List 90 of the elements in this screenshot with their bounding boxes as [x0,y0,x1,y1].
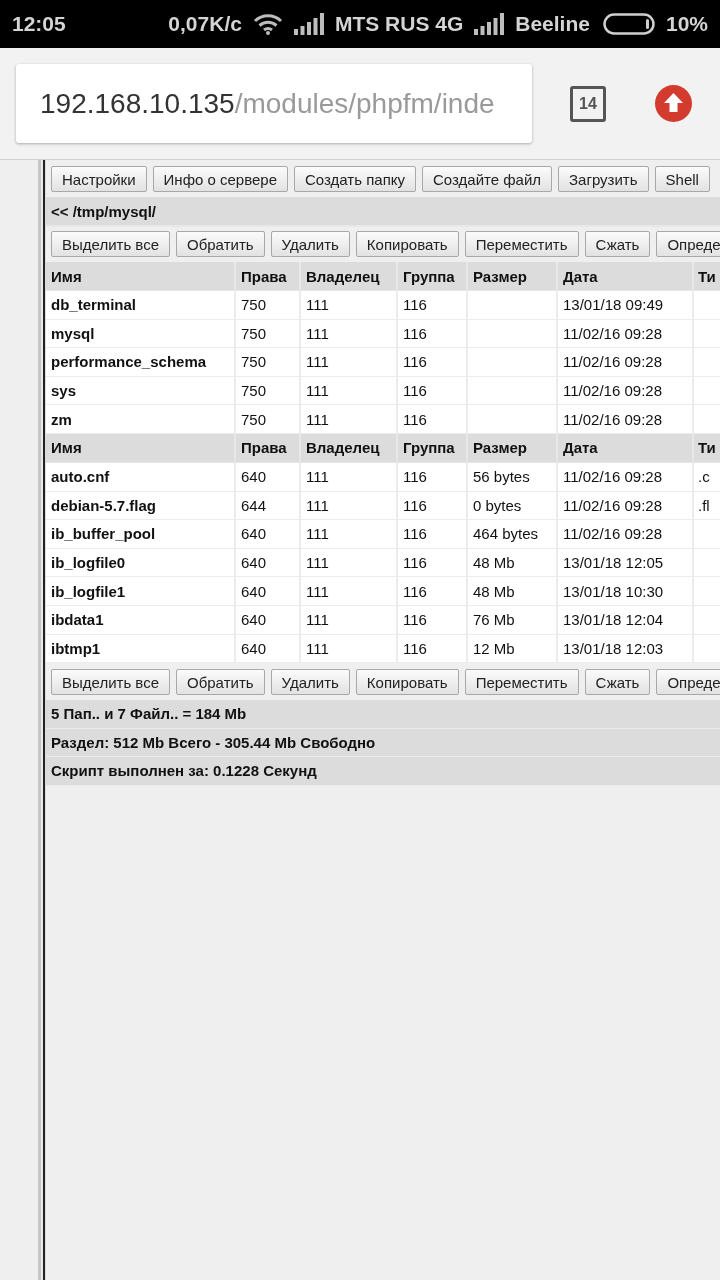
toolbar-button[interactable]: Выделить все [51,231,170,257]
file-name-cell: auto.cnf [46,462,236,491]
carrier-name: Beeline [515,12,590,36]
column-header: Имя [46,433,236,462]
toolbar-button[interactable]: Создать папку [294,166,416,192]
toolbar-button[interactable]: Загрузить [558,166,649,192]
toolbar-button[interactable]: Опреде [656,231,720,257]
table-cell: 11/02/16 09:28 [558,348,694,376]
table-cell: 640 [236,577,301,605]
column-header: Группа [398,433,468,462]
path-bar: << /tmp/mysql/ [46,197,720,227]
table-cell: 116 [398,634,468,663]
battery-icon [602,13,655,35]
table-cell: 111 [301,634,398,663]
table-cell: 12 Mb [468,634,558,663]
info-bar: Раздел: 512 Mb Всего - 305.44 Mb Свободно [46,728,720,758]
signal-icon [293,13,324,35]
column-header: Дата [558,433,694,462]
table-cell: 640 [236,462,301,491]
table-cell: 116 [398,577,468,605]
file-name-cell: ibdata1 [46,605,236,634]
toolbar-button[interactable]: Выделить все [51,669,170,696]
file-name-cell: ibtmp1 [46,634,236,663]
battery-percent: 10% [665,12,708,36]
tab-switcher-button[interactable]: 14 [570,85,606,122]
signal-icon [474,13,505,35]
carrier-name: MTS RUS 4G [334,12,464,36]
column-header: Размер [468,433,558,462]
table-cell: 750 [236,291,301,319]
table-cell: 13/01/18 12:04 [558,605,694,634]
column-header: Владелец [301,433,398,462]
toolbar-button[interactable]: Shell [654,166,710,192]
table-cell: 750 [236,405,301,433]
table-cell: 111 [301,291,398,319]
table-cell: 111 [301,348,398,376]
table-cell: 13/01/18 09:49 [558,291,694,319]
table-cell: 76 Mb [468,605,558,634]
toolbar-button[interactable]: Сжать [584,669,651,696]
table-cell: 116 [398,605,468,634]
table-cell: 111 [301,462,398,491]
table-cell: 11/02/16 09:28 [558,462,694,491]
table-cell: 11/02/16 09:28 [558,520,694,548]
toolbar-button[interactable]: Настройки [51,166,147,192]
table-cell-text: .fl [697,495,711,516]
toolbar-button[interactable]: Сжать [584,231,651,257]
toolbar-button[interactable]: Переместить [464,231,579,257]
table-cell: 111 [301,405,398,433]
toolbar-button[interactable]: Обратить [176,231,265,257]
file-name-cell: db_terminal [46,291,236,319]
table-cell: 111 [301,605,398,634]
table-cell: 56 bytes [468,462,558,491]
table-cell: 116 [398,291,468,319]
network-speed: 0,07K/c [168,12,242,36]
table-cell: 111 [301,577,398,605]
info-bar: Скрипт выполнен за: 0.1228 Секунд [46,757,720,786]
table-cell-text: .c [697,467,711,488]
table-cell: 13/01/18 12:03 [558,634,694,663]
table-cell: 116 [398,405,468,433]
file-name-cell: zm [46,405,236,433]
toolbar-button[interactable]: Копировать [355,669,459,696]
toolbar-button[interactable]: Опреде [656,669,720,696]
table-cell: 464 bytes [468,520,558,548]
table-cell: 116 [398,462,468,491]
toolbar-button[interactable]: Копировать [355,231,459,257]
table-cell: 640 [236,634,301,663]
file-name-cell: ib_logfile1 [46,577,236,605]
info-bar: 5 Пап.. и 7 Файл.. = 184 Mb [46,700,720,729]
column-header: Ти [697,266,717,287]
file-name-cell: ib_buffer_pool [46,520,236,548]
table-cell: 11/02/16 09:28 [558,405,694,433]
address-field[interactable]: 192.168.10.135/modules/phpfm/inde [16,64,532,143]
status-time: 12:05 [12,12,66,36]
column-header: Ти [697,438,717,459]
toolbar-button[interactable]: Удалить [270,231,350,257]
table-cell: 640 [236,520,301,548]
toolbar-button[interactable]: Удалить [270,669,350,696]
table-cell: 48 Mb [468,577,558,605]
table-cell: 116 [398,520,468,548]
column-header: Права [236,433,301,462]
file-name-cell: performance_schema [46,348,236,376]
toolbar-button[interactable]: Создайте файл [422,166,553,192]
table-cell: 640 [236,605,301,634]
table-cell: 111 [301,520,398,548]
wifi-icon [252,13,283,35]
table-cell: 750 [236,348,301,376]
table-cell: 116 [398,348,468,376]
toolbar-button[interactable]: Обратить [176,669,265,696]
toolbar-button[interactable]: Переместить [464,669,579,696]
table-cell: 13/01/18 10:30 [558,577,694,605]
toolbar-button[interactable]: Инфо о сервере [152,166,288,192]
